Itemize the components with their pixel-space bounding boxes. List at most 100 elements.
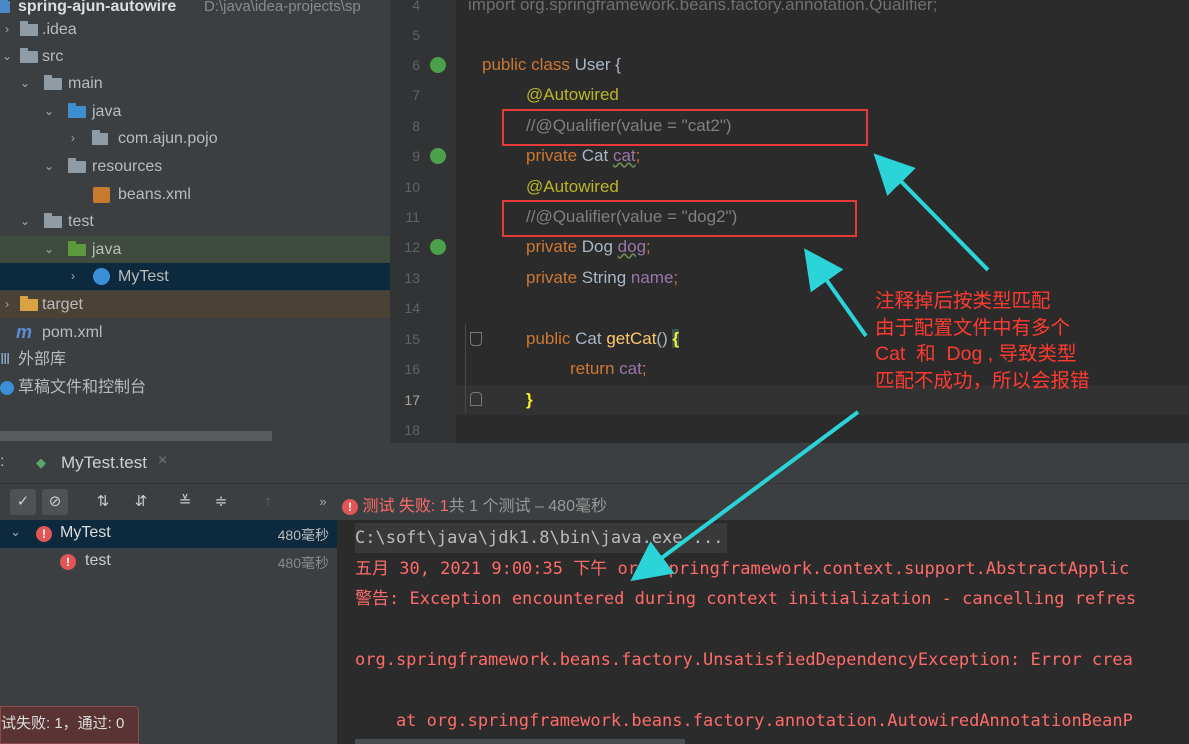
tree-item-label: java [92,241,122,258]
test-folder-icon [68,241,86,256]
show-passed-button[interactable]: ✓ [10,489,36,515]
test-duration: 480毫秒 [277,555,329,571]
test-node-label: MyTest [60,524,111,541]
console-line: 五月 30, 2021 9:00:35 下午 org.springframewo… [355,559,1130,579]
code-line-10: @Autowired [526,177,619,196]
tree-item-test[interactable]: ⌄ test [0,208,390,235]
sort-alphabetically-button[interactable]: ⇅ [90,489,116,515]
console-output[interactable]: C:\soft\java\jdk1.8\bin\java.exe ... 五月 … [337,520,1189,744]
run-tab-bar: : ◆ MyTest.test × [0,443,1189,484]
tree-item-label: 外部库 [18,351,67,368]
show-ignored-button[interactable]: ⊘ [42,489,68,515]
tree-item-package[interactable]: › com.ajun.pojo [0,125,390,152]
tree-item-label: test [68,213,94,230]
previous-failed-button[interactable]: ↑ [255,489,281,515]
horizontal-scrollbar[interactable] [0,431,272,441]
field-name: name [630,268,674,287]
tree-item-idea[interactable]: › .idea [0,16,390,43]
chevron-down-icon: ⌄ [19,76,31,90]
line-number: 6 [412,57,420,73]
collapse-all-button[interactable]: ≑ [208,489,234,515]
fold-marker-icon[interactable] [470,332,482,346]
xml-file-icon [93,187,110,203]
test-summary-text: 试失败: 1，通过: 0 [1,715,125,732]
line-number: 14 [404,300,420,316]
line-number-current: 17 [404,392,420,408]
parens: () [656,329,673,348]
tree-item-beans-xml[interactable]: beans.xml [0,181,390,208]
folder-icon [44,213,62,228]
field-name: dog [617,237,647,256]
status-failed-label: 测试 失败: [362,498,440,515]
tree-item-main[interactable]: ⌄ main [0,70,390,97]
tree-item-label: .idea [42,21,77,38]
test-class-icon [93,268,110,285]
tree-item-resources[interactable]: ⌄ resources [0,153,390,180]
tree-item-label: src [42,48,64,65]
tree-item-src[interactable]: ⌄ src [0,43,390,70]
tree-item-label: main [68,75,103,92]
autowired-dependency-icon[interactable] [430,148,446,164]
tree-item-scratches[interactable]: 草稿文件和控制台 [0,374,390,401]
code-line-6: public class User { [482,50,621,80]
tree-item-mytest[interactable]: › MyTest [0,263,390,290]
line-number: 12 [404,239,420,255]
maven-icon: m [16,322,33,342]
chevron-right-icon: › [5,22,9,36]
bean-class-icon[interactable] [430,57,446,73]
resources-folder-icon [68,158,86,173]
expand-all-button[interactable]: ≚ [172,489,198,515]
library-icon: Ⅲ [0,351,11,368]
close-icon[interactable]: × [158,452,167,470]
tree-item-label: java [92,103,122,120]
brace-match: { [672,329,680,348]
test-node-label: test [85,552,111,569]
status-total: 共 1 个测试 – 480毫秒 [448,498,607,515]
fold-marker-icon[interactable] [470,392,482,406]
type-name: Cat [575,329,607,348]
tree-item-external-libs[interactable]: Ⅲ 外部库 [0,346,390,373]
line-number: 8 [412,118,420,134]
highlight-box-dog [502,200,857,237]
tree-item-test-java[interactable]: ⌄ java [0,236,390,263]
tree-item-target[interactable]: › target [0,291,390,318]
run-toolbar: ✓ ⊘ ⇅ ⇵ ≚ ≑ ↑ » ! 测试 失败: 1共 1 个测试 – 480毫… [0,484,1189,520]
code-line-16: return cat; [570,354,647,384]
console-scrollbar[interactable] [355,739,685,744]
chevron-down-icon: ⌄ [43,104,55,118]
tree-item-label: resources [92,158,163,175]
editor-gutter: 4 5 6 7 8 9 10 11 12 13 14 15 16 17 18 [390,0,456,443]
tree-item-label: target [42,296,83,313]
tab-label: MyTest.test [61,453,147,472]
keyword: private [526,146,582,165]
test-node-mytest[interactable]: ⌄ ! MyTest 480毫秒 [0,520,337,548]
tree-item-label: beans.xml [118,186,191,203]
keyword: public [526,329,576,348]
more-actions-icon[interactable]: » [310,489,336,515]
autowired-dependency-icon[interactable] [430,239,446,255]
folder-icon [20,48,38,63]
field-name: cat [619,359,642,378]
sort-by-duration-button[interactable]: ⇵ [128,489,154,515]
line-number: 13 [404,270,420,286]
console-line: org.springframework.beans.factory.Unsati… [355,650,1133,670]
class-name: User { [574,55,621,74]
source-folder-icon [68,103,86,118]
chevron-down-icon: ⌄ [43,159,55,173]
tree-item-main-java[interactable]: ⌄ java [0,98,390,125]
field-name: cat [612,146,636,165]
tree-item-label: pom.xml [42,324,103,341]
line-number: 4 [412,0,420,13]
console-line: at org.springframework.beans.factory.ann… [355,711,1133,731]
line-number: 16 [404,361,420,377]
test-node-test[interactable]: ! test 480毫秒 [0,548,337,576]
console-line: 警告: Exception encountered during context… [355,589,1137,609]
code-line-13: private String name; [526,263,678,293]
type-name: Dog [581,237,618,256]
tab-mytest-test[interactable]: ◆ MyTest.test × [28,443,167,483]
chevron-right-icon: › [71,131,75,145]
type-name: Cat [581,146,613,165]
keyword: private [526,268,582,287]
code-line-17: } [526,390,533,409]
tree-item-pom[interactable]: m pom.xml [0,319,390,346]
